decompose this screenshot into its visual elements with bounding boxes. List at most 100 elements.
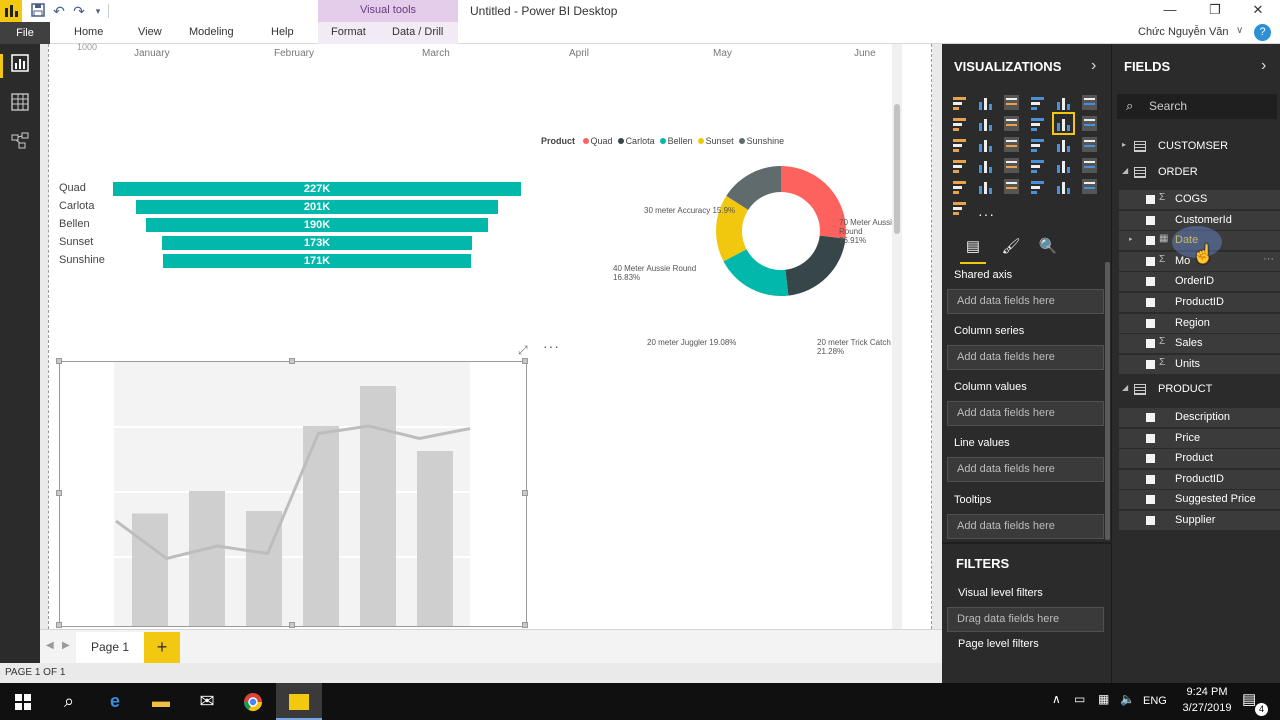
collapse-fields-icon[interactable]: › xyxy=(1261,57,1266,75)
well-line-values[interactable]: Add data fields here xyxy=(947,457,1104,482)
search-icon[interactable]: ⌕ xyxy=(46,683,92,720)
resize-handle[interactable] xyxy=(56,490,62,496)
tab-view[interactable]: View xyxy=(138,26,162,38)
redo-icon[interactable]: ↷ xyxy=(71,3,87,19)
page-tab[interactable]: Page 1 xyxy=(76,632,144,664)
field-checkbox[interactable] xyxy=(1146,215,1155,225)
network-icon[interactable]: ▦ xyxy=(1098,692,1109,706)
field-checkbox[interactable] xyxy=(1146,318,1155,328)
line-visual-icon[interactable] xyxy=(951,115,968,132)
well-column-values[interactable]: Add data fields here xyxy=(947,401,1104,426)
funnel-visual-icon[interactable] xyxy=(977,157,994,174)
close-button[interactable]: ✕ xyxy=(1238,0,1278,22)
treemap-visual-icon[interactable] xyxy=(1055,136,1072,153)
tab-format[interactable]: Format xyxy=(331,26,366,38)
multi-row-card-visual-icon[interactable] xyxy=(1055,157,1072,174)
field-checkbox[interactable] xyxy=(1146,454,1155,464)
table-visual-icon[interactable] xyxy=(977,178,994,195)
stacked-area-visual-icon[interactable] xyxy=(1003,115,1020,132)
gauge-visual-icon[interactable] xyxy=(1003,157,1020,174)
ribbon-visual-icon[interactable] xyxy=(1081,115,1098,132)
funnel-chart[interactable]: Quad 227K Carlota 201K Bellen 190K Sunset 173K S… xyxy=(57,160,527,290)
field-units[interactable]: Σ Units xyxy=(1119,354,1280,374)
power-bi-taskbar-icon[interactable] xyxy=(276,683,322,720)
stacked-column-visual-icon[interactable] xyxy=(977,94,994,111)
waterfall-visual-icon[interactable] xyxy=(951,136,968,153)
line-column-visual-icon[interactable] xyxy=(1029,115,1046,132)
line-clustered-column-visual-icon[interactable] xyxy=(1052,112,1075,135)
table-customser[interactable]: ▸ CUSTOMSER xyxy=(1112,137,1280,157)
well-tooltips[interactable]: Add data fields here xyxy=(947,514,1104,539)
field-checkbox[interactable] xyxy=(1146,413,1155,422)
tab-data-drill[interactable]: Data / Drill xyxy=(392,26,443,38)
donut-visual-icon[interactable] xyxy=(1029,136,1046,153)
language-indicator[interactable]: ENG xyxy=(1143,695,1167,707)
card-visual-icon[interactable] xyxy=(1029,157,1046,174)
wells-scrollbar[interactable] xyxy=(1105,262,1110,540)
field-checkbox[interactable] xyxy=(1146,474,1155,484)
resize-handle[interactable] xyxy=(289,622,295,628)
chrome-icon[interactable] xyxy=(230,683,276,720)
prev-page-icon[interactable]: ◀ xyxy=(46,640,54,651)
field-supplier[interactable]: Supplier xyxy=(1119,511,1280,530)
field-suggested-price[interactable]: Suggested Price xyxy=(1119,490,1280,510)
undo-icon[interactable]: ↶ xyxy=(51,3,67,19)
resize-handle[interactable] xyxy=(56,622,62,628)
minimize-button[interactable]: — xyxy=(1150,0,1190,22)
tab-modeling[interactable]: Modeling xyxy=(189,26,234,38)
field-checkbox[interactable] xyxy=(1146,433,1155,443)
ribbon-collapse-icon[interactable]: ∨ xyxy=(1236,25,1243,36)
clustered-bar-visual-icon[interactable] xyxy=(1003,94,1020,111)
line-and-column-chart[interactable] xyxy=(56,358,528,628)
data-view-icon[interactable] xyxy=(6,91,34,119)
resize-handle[interactable] xyxy=(56,358,62,364)
field-checkbox[interactable] xyxy=(1146,339,1155,349)
clustered-column-visual-icon[interactable] xyxy=(1029,94,1046,111)
100pct-bar-visual-icon[interactable] xyxy=(1055,94,1072,111)
action-center-icon[interactable]: ▤ xyxy=(1242,690,1256,708)
canvas-scrollbar[interactable] xyxy=(892,44,902,629)
format-tab-icon[interactable]: 🖌 xyxy=(1000,236,1022,258)
field-more-options-icon[interactable]: ··· xyxy=(1263,253,1274,265)
well-column-series[interactable]: Add data fields here xyxy=(947,345,1104,370)
field-product[interactable]: Product xyxy=(1119,449,1280,469)
field-region[interactable]: Region xyxy=(1119,313,1280,333)
report-view-icon[interactable] xyxy=(0,52,34,80)
filled-map-visual-icon[interactable] xyxy=(951,157,968,174)
scrollbar-thumb[interactable] xyxy=(894,104,900,234)
kpi-visual-icon[interactable] xyxy=(1081,157,1098,174)
map-visual-icon[interactable] xyxy=(1081,136,1098,153)
more-visuals-icon[interactable]: ··· xyxy=(978,206,995,222)
tab-help[interactable]: Help xyxy=(271,26,294,38)
python-visual-icon[interactable] xyxy=(951,199,968,216)
collapse-icon[interactable]: ◢ xyxy=(1122,166,1128,175)
show-hidden-icons-icon[interactable]: ∧ xyxy=(1052,692,1061,706)
field-description[interactable]: Description xyxy=(1119,408,1280,427)
collapse-visualizations-icon[interactable]: › xyxy=(1091,57,1096,75)
model-view-icon[interactable] xyxy=(6,130,34,158)
next-page-icon[interactable]: ▶ xyxy=(62,640,70,651)
analytics-tab-icon[interactable]: 🔍 xyxy=(1037,236,1059,258)
resize-handle[interactable] xyxy=(522,622,528,628)
windows-start-icon[interactable] xyxy=(0,683,46,720)
custom-visual-visual-icon[interactable] xyxy=(1081,178,1098,195)
field-checkbox[interactable] xyxy=(1146,495,1155,505)
field-checkbox[interactable] xyxy=(1146,195,1155,204)
clock-date[interactable]: 3/27/2019 xyxy=(1172,702,1242,714)
volume-icon[interactable]: 🔈 xyxy=(1120,692,1135,706)
resize-handle[interactable] xyxy=(289,358,295,364)
slicer-visual-icon[interactable] xyxy=(951,178,968,195)
focus-mode-icon[interactable]: ⤢ xyxy=(518,343,528,358)
field-checkbox[interactable] xyxy=(1146,298,1155,307)
pie-visual-icon[interactable] xyxy=(1003,136,1020,153)
expand-icon[interactable]: ▸ xyxy=(1122,140,1126,149)
scatter-visual-icon[interactable] xyxy=(977,136,994,153)
mail-icon[interactable]: ✉ xyxy=(184,683,230,720)
collapse-icon[interactable]: ◢ xyxy=(1122,383,1128,392)
field-orderid[interactable]: OrderID xyxy=(1119,272,1280,292)
fields-tab-icon[interactable]: ▤ xyxy=(960,236,986,264)
table-product[interactable]: ◢ PRODUCT xyxy=(1112,380,1280,400)
donut-chart[interactable]: Product Quad Carlota Bellen Sunset Sunshine … xyxy=(541,132,901,356)
field-checkbox[interactable] xyxy=(1146,277,1155,287)
battery-icon[interactable]: ▭ xyxy=(1074,692,1085,706)
